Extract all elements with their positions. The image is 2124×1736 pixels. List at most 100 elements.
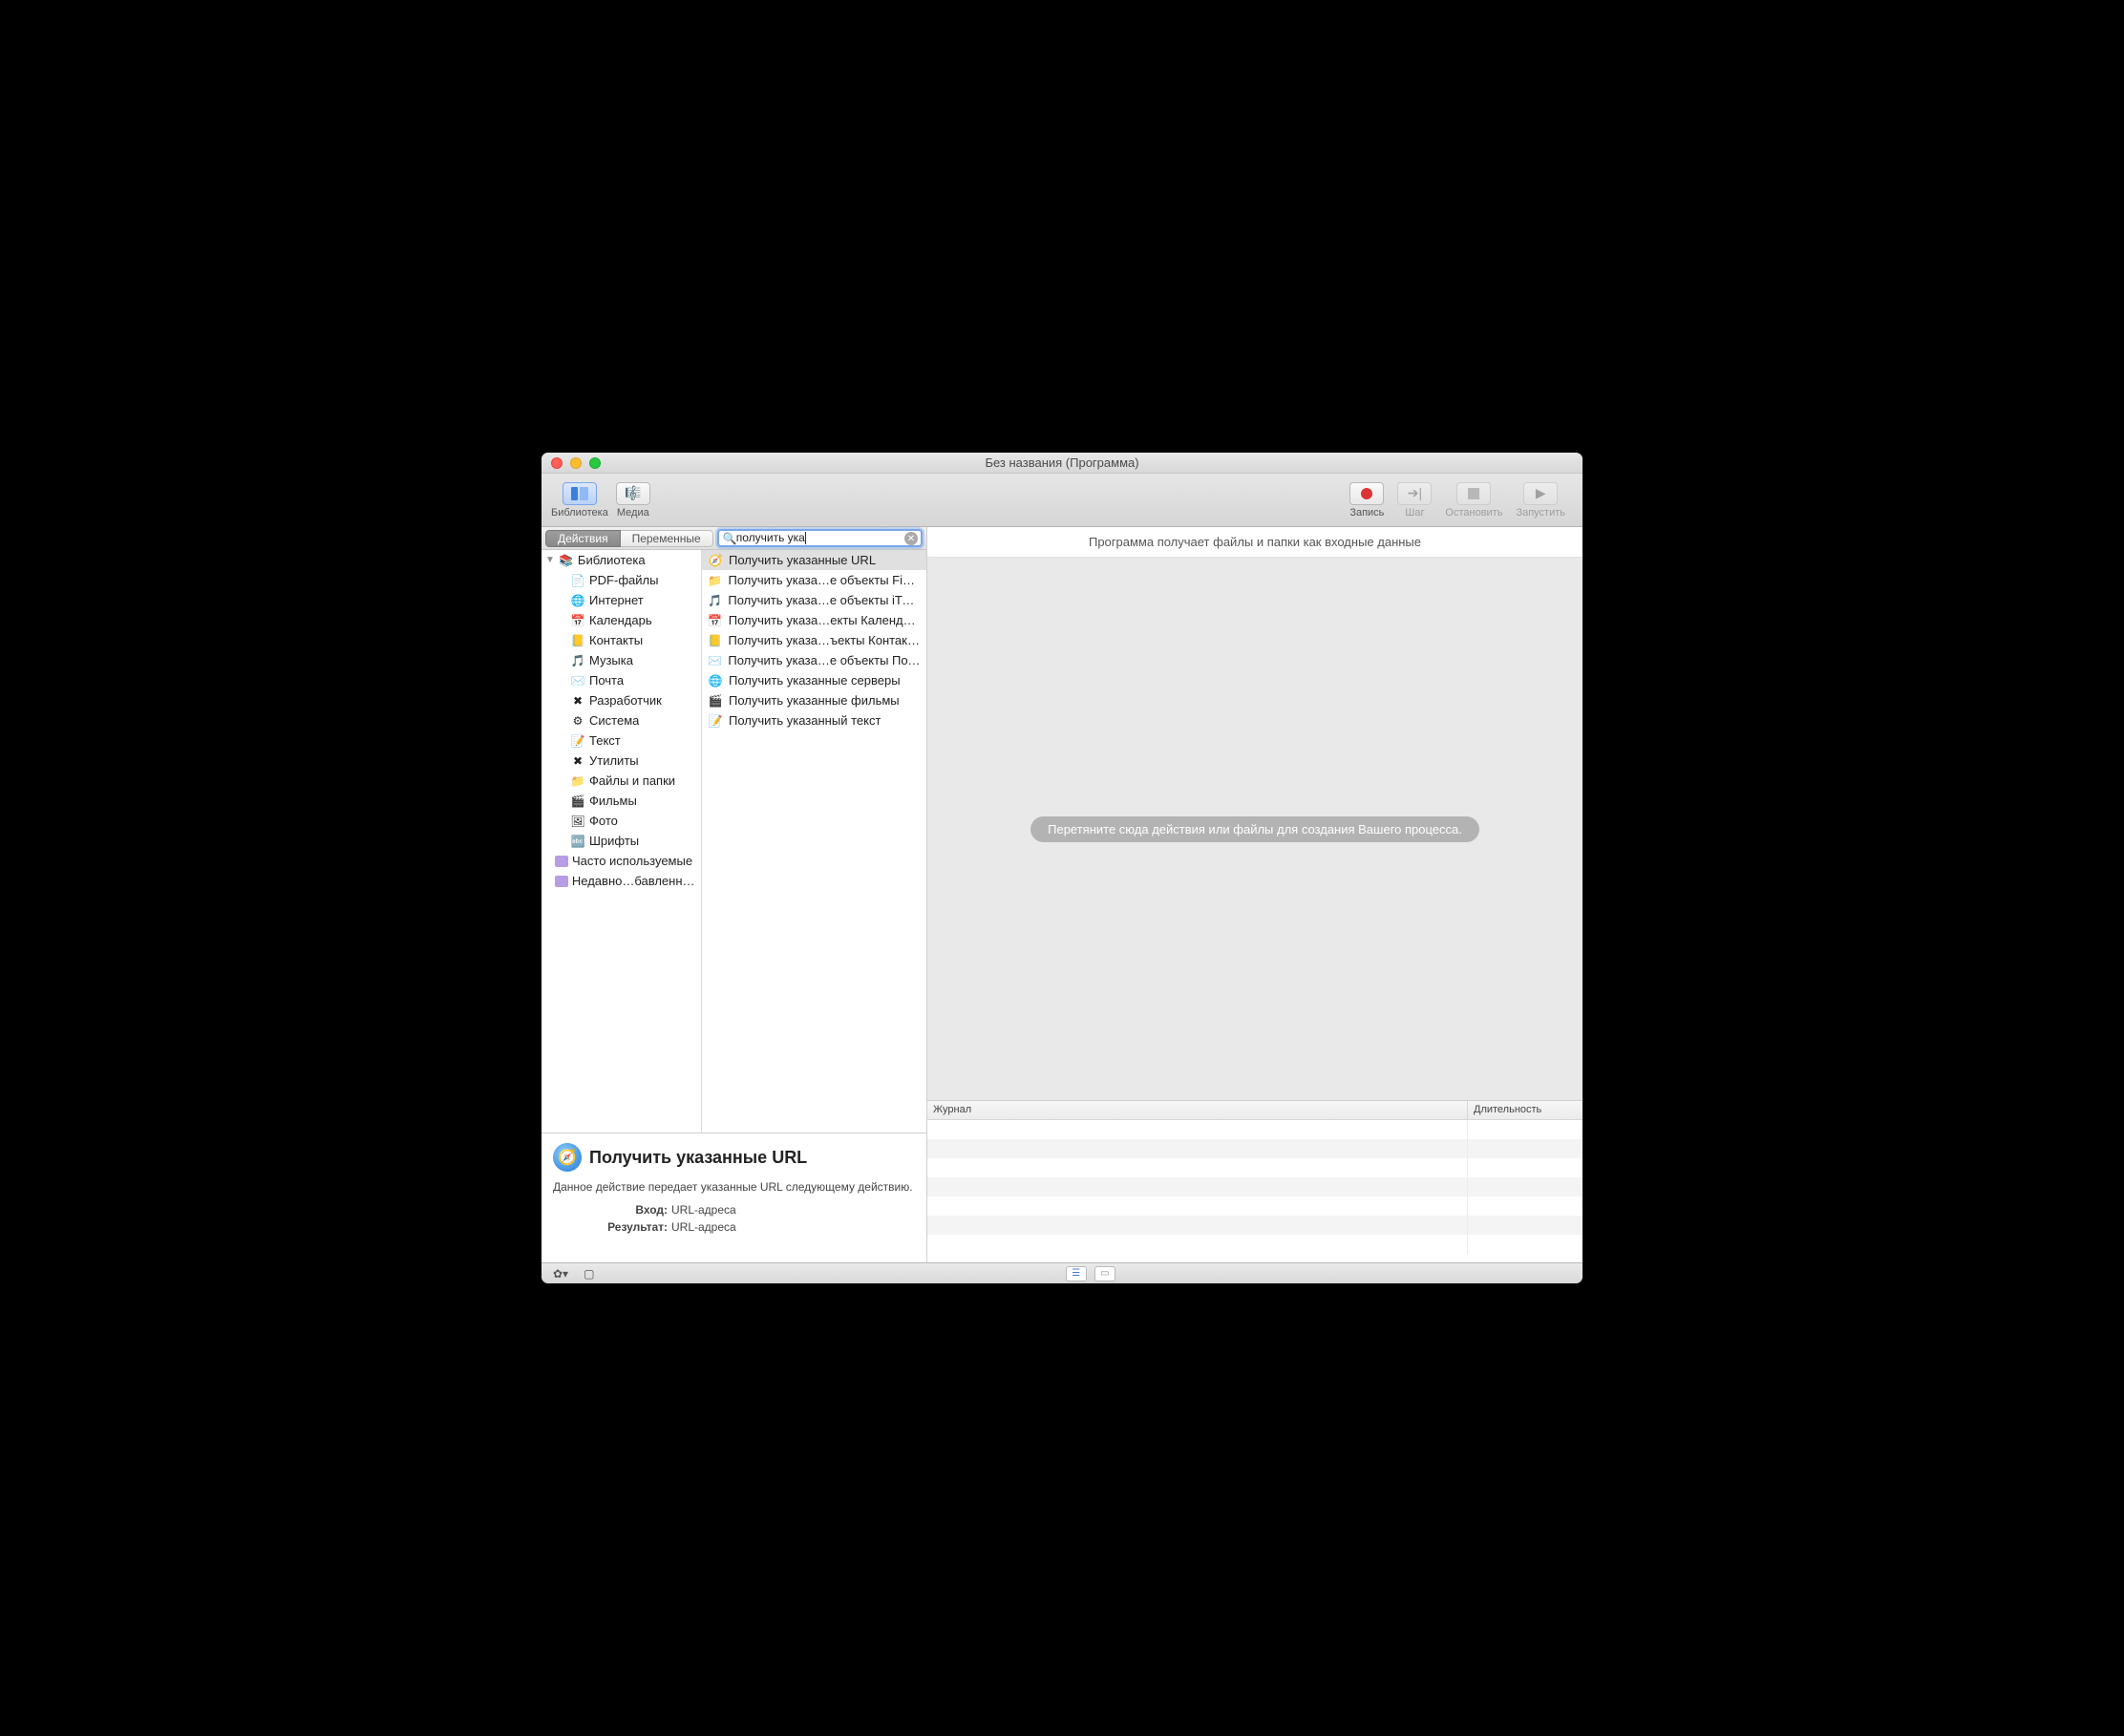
view-log-button[interactable]: ☰ xyxy=(1066,1266,1087,1281)
category-icon: ⚙ xyxy=(570,713,585,729)
toolbar: Библиотека 🎼 Медиа Запись ➔| Шаг xyxy=(542,474,1582,527)
smart-folder-icon xyxy=(555,876,568,887)
step-button[interactable]: ➔| xyxy=(1397,482,1432,505)
category-item[interactable]: 🎬 Фильмы xyxy=(542,791,701,811)
action-label: Получить указанный текст xyxy=(729,713,881,728)
stop-button[interactable] xyxy=(1456,482,1491,505)
info-result-value: URL-адреса xyxy=(671,1220,736,1234)
stop-icon xyxy=(1468,488,1479,499)
search-input[interactable]: 🔍 получить ука ✕ xyxy=(717,529,923,547)
maximize-icon[interactable] xyxy=(589,457,601,469)
category-icon: ✉️ xyxy=(570,673,585,688)
disclosure-icon[interactable]: ▼ xyxy=(545,555,555,565)
library-button[interactable] xyxy=(563,482,597,505)
category-label: PDF-файлы xyxy=(589,573,658,587)
drop-hint: Перетяните сюда действия или файлы для с… xyxy=(1030,816,1479,842)
category-icon: 🌐 xyxy=(570,593,585,608)
action-icon: 🌐 xyxy=(708,673,723,688)
category-item[interactable]: 🔤Шрифты xyxy=(542,831,701,851)
action-label: Получить указа…екты Календаря xyxy=(729,613,921,627)
category-label: Почта xyxy=(589,673,624,688)
tab-variables[interactable]: Переменные xyxy=(621,530,713,547)
media-button[interactable]: 🎼 xyxy=(616,482,650,505)
category-item[interactable]: ✖Утилиты xyxy=(542,751,701,771)
search-icon: 🔍 xyxy=(723,532,737,545)
log-rows xyxy=(927,1120,1582,1262)
category-item[interactable]: 📒Контакты xyxy=(542,630,701,650)
smart-folder-item[interactable]: Недавно…бавленные xyxy=(542,871,701,891)
category-icon: 🎵 xyxy=(570,653,585,668)
close-icon[interactable] xyxy=(551,457,563,469)
category-list[interactable]: ▼ 📚 Библиотека 📄 PDF-файлы 🌐Интернет 📅 Кален… xyxy=(542,550,702,1133)
action-item[interactable]: 🎵 Получить указа…е объекты iTunes xyxy=(702,590,926,610)
category-icon: 📝 xyxy=(570,733,585,749)
info-description: Данное действие передает указанные URL с… xyxy=(553,1179,915,1196)
action-label: Получить указанные серверы xyxy=(729,673,901,688)
action-item[interactable]: 🎬Получить указанные фильмы xyxy=(702,690,926,710)
action-label: Получить указа…е объекты iTunes xyxy=(728,593,921,607)
log-col-duration[interactable]: Длительность xyxy=(1468,1101,1582,1119)
workflow-accepts: Программа получает файлы и папки как вхо… xyxy=(927,527,1582,558)
clear-search-icon[interactable]: ✕ xyxy=(904,532,918,545)
category-label: Текст xyxy=(589,733,621,748)
info-input-value: URL-адреса xyxy=(671,1203,736,1217)
category-icon: 📄 xyxy=(570,573,585,588)
action-icon: 🎵 xyxy=(708,593,722,608)
category-label: Система xyxy=(589,713,639,728)
smart-folder-item[interactable]: Часто используемые xyxy=(542,851,701,871)
record-label: Запись xyxy=(1349,507,1384,519)
category-item[interactable]: 📅 Календарь xyxy=(542,610,701,630)
tab-actions[interactable]: Действия xyxy=(545,530,621,547)
view-flow-button[interactable]: ▭ xyxy=(1094,1266,1115,1281)
action-icon: 📝 xyxy=(708,713,723,729)
log-col-journal[interactable]: Журнал xyxy=(927,1101,1468,1119)
workflow-canvas[interactable]: Перетяните сюда действия или файлы для с… xyxy=(927,558,1582,1100)
library-root[interactable]: ▼ 📚 Библиотека xyxy=(542,550,701,570)
step-label: Шаг xyxy=(1405,507,1424,519)
category-item[interactable]: 🖼Фото xyxy=(542,811,701,831)
workflow-pane: Программа получает файлы и папки как вхо… xyxy=(927,527,1582,1262)
log-row xyxy=(927,1120,1582,1139)
category-icon: 📁 xyxy=(570,773,585,789)
category-item[interactable]: 📄 PDF-файлы xyxy=(542,570,701,590)
collapse-icon[interactable]: ▢ xyxy=(580,1267,598,1281)
category-icon: 📅 xyxy=(570,613,585,628)
play-icon: ▶ xyxy=(1536,485,1546,501)
minimize-icon[interactable] xyxy=(570,457,582,469)
category-label: Фильмы xyxy=(589,794,637,808)
log-row xyxy=(927,1216,1582,1235)
category-label: Календарь xyxy=(589,613,652,627)
log-row xyxy=(927,1177,1582,1196)
action-item[interactable]: ✉️Получить указа…е объекты Почты xyxy=(702,650,926,670)
category-item[interactable]: 🎵Музыка xyxy=(542,650,701,670)
action-label: Получить указа…е объекты Почты xyxy=(728,653,921,667)
action-list[interactable]: 🧭Получить указанные URL📁Получить указа…е… xyxy=(702,550,926,1133)
action-item[interactable]: 🧭Получить указанные URL xyxy=(702,550,926,570)
category-item[interactable]: ✖Разработчик xyxy=(542,690,701,710)
category-item[interactable]: 🌐Интернет xyxy=(542,590,701,610)
smart-folder-label: Часто используемые xyxy=(572,854,692,868)
action-icon: 📁 xyxy=(708,573,722,588)
action-icon: 📅 xyxy=(708,613,723,628)
category-item[interactable]: ⚙ Система xyxy=(542,710,701,730)
action-info: 🧭 Получить указанные URL Данное действие… xyxy=(542,1133,926,1262)
action-item[interactable]: 📒Получить указа…ъекты Контактов xyxy=(702,630,926,650)
category-label: Шрифты xyxy=(589,834,639,848)
category-label: Утилиты xyxy=(589,753,639,768)
gear-menu[interactable]: ✿▾ xyxy=(549,1267,572,1281)
action-item[interactable]: 📁Получить указа…е объекты Finder xyxy=(702,570,926,590)
action-item[interactable]: 📅 Получить указа…екты Календаря xyxy=(702,610,926,630)
info-result-key: Результат: xyxy=(553,1220,668,1234)
action-item[interactable]: 🌐 Получить указанные серверы xyxy=(702,670,926,690)
record-button[interactable] xyxy=(1349,482,1384,505)
log-row xyxy=(927,1196,1582,1216)
category-item[interactable]: 📁Файлы и папки xyxy=(542,771,701,791)
stop-label: Остановить xyxy=(1445,507,1502,519)
action-item[interactable]: 📝 Получить указанный текст xyxy=(702,710,926,730)
category-item[interactable]: 📝 Текст xyxy=(542,730,701,751)
log-row xyxy=(927,1139,1582,1158)
category-icon: 🎬 xyxy=(570,794,585,809)
record-icon xyxy=(1360,487,1373,500)
run-button[interactable]: ▶ xyxy=(1523,482,1558,505)
category-item[interactable]: ✉️ Почта xyxy=(542,670,701,690)
